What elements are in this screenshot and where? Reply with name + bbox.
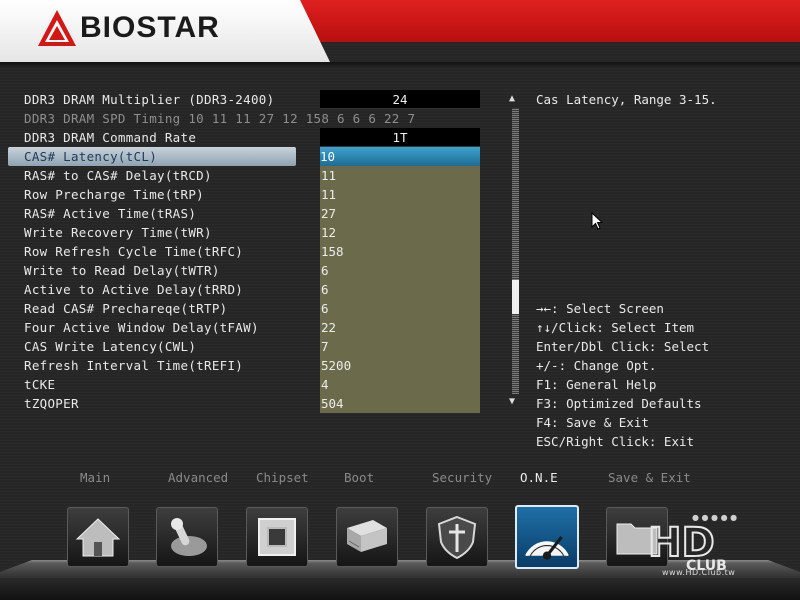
- key-hint: F1: General Help: [536, 377, 657, 392]
- item-help-text: Cas Latency, Range 3-15.: [536, 92, 717, 107]
- tab-security[interactable]: Security: [432, 470, 492, 485]
- home-icon: [75, 518, 121, 557]
- tab-advanced-tile[interactable]: [156, 507, 218, 567]
- menu-tabs: Main Advanced Chipset Boot Security O.N.…: [0, 470, 800, 490]
- setting-label: tCKE: [24, 377, 56, 392]
- setting-row[interactable]: Refresh Interval Time(tREFI) 5200: [0, 356, 500, 375]
- setting-label: Write to Read Delay(tWTR): [24, 263, 220, 278]
- setting-value[interactable]: 6: [320, 280, 480, 299]
- scrollbar-thumb[interactable]: [512, 280, 519, 314]
- watermark-site-text: www.HD.Club.tw: [662, 568, 736, 577]
- scrollbar-track[interactable]: [512, 108, 519, 394]
- setting-value[interactable]: 6: [320, 299, 480, 318]
- setting-label: Row Refresh Cycle Time(tRFC): [24, 244, 244, 259]
- drive-icon: [347, 520, 387, 552]
- setting-value[interactable]: 27: [320, 204, 480, 223]
- key-hint: →←: Select Screen: [536, 301, 664, 316]
- setting-value[interactable]: 158: [320, 242, 480, 261]
- tab-main-tile[interactable]: [67, 507, 129, 567]
- key-hint: ESC/Right Click: Exit: [536, 434, 695, 449]
- tab-advanced[interactable]: Advanced: [168, 470, 228, 485]
- tab-one[interactable]: O.N.E: [520, 470, 558, 485]
- chip-icon: [258, 518, 296, 556]
- mouse-cursor-icon: [591, 212, 603, 230]
- setting-label: RAS# Active Time(tRAS): [24, 206, 197, 221]
- setting-row: DDR3 DRAM SPD Timing 10 11 11 27 12 158 …: [0, 109, 500, 128]
- setting-row-selected[interactable]: CAS# Latency(tCL) 10: [0, 147, 500, 166]
- setting-label: DDR3 DRAM Multiplier (DDR3-2400): [24, 92, 275, 107]
- tab-security-tile[interactable]: [426, 507, 488, 567]
- setting-row[interactable]: RAS# to CAS# Delay(tRCD) 11: [0, 166, 500, 185]
- tab-chipset-tile[interactable]: [246, 507, 308, 567]
- setting-row[interactable]: RAS# Active Time(tRAS) 27: [0, 204, 500, 223]
- setting-value[interactable]: 24: [320, 90, 480, 109]
- setting-label: tZQOPER: [24, 396, 79, 411]
- setting-value[interactable]: 11: [320, 185, 480, 204]
- setting-row[interactable]: tZQOPER 504: [0, 394, 500, 413]
- setting-row[interactable]: DDR3 DRAM Multiplier (DDR3-2400) 24: [0, 90, 500, 109]
- setting-label: Write Recovery Time(tWR): [24, 225, 212, 240]
- setting-label: CAS# Latency(tCL): [24, 149, 158, 164]
- tab-main[interactable]: Main: [80, 470, 110, 485]
- setting-value[interactable]: 22: [320, 318, 480, 337]
- setting-value[interactable]: 4: [320, 375, 480, 394]
- scroll-down-arrow-icon[interactable]: ▼: [509, 396, 515, 407]
- key-hint: F3: Optimized Defaults: [536, 396, 702, 411]
- key-legend: →←: Select Screen ↑↓/Click: Select Item …: [536, 299, 709, 451]
- setting-value[interactable]: 12: [320, 223, 480, 242]
- tab-boot[interactable]: Boot: [344, 470, 374, 485]
- key-hint: Enter/Dbl Click: Select: [536, 339, 710, 354]
- tab-save-exit[interactable]: Save & Exit: [608, 470, 691, 485]
- setting-row[interactable]: DDR3 DRAM Command Rate 1T: [0, 128, 500, 147]
- tab-boot-tile[interactable]: [336, 507, 398, 567]
- brand-logo-text: BIOSTAR: [80, 11, 220, 44]
- scroll-up-arrow-icon[interactable]: ▲: [509, 93, 515, 104]
- setting-row[interactable]: Write Recovery Time(tWR) 12: [0, 223, 500, 242]
- speedometer-icon: [525, 535, 569, 560]
- setting-label: DDR3 DRAM Command Rate: [24, 130, 197, 145]
- setting-value[interactable]: 11: [320, 166, 480, 185]
- setting-value[interactable]: 10: [320, 147, 480, 166]
- shield-icon: [437, 515, 477, 560]
- setting-row[interactable]: Read CAS# Prechareqe(tRTP) 6: [0, 299, 500, 318]
- setting-row[interactable]: CAS Write Latency(CWL) 7: [0, 337, 500, 356]
- key-hint: F4: Save & Exit: [536, 415, 649, 430]
- setting-label: RAS# to CAS# Delay(tRCD): [24, 168, 212, 183]
- tab-chipset[interactable]: Chipset: [256, 470, 309, 485]
- setting-value[interactable]: 6: [320, 261, 480, 280]
- setting-label: Row Precharge Time(tRP): [24, 187, 204, 202]
- setting-label: CAS Write Latency(CWL): [24, 339, 197, 354]
- setting-row[interactable]: Row Precharge Time(tRP) 11: [0, 185, 500, 204]
- setting-label: DDR3 DRAM SPD Timing 10 11 11 27 12 158 …: [24, 111, 416, 126]
- setting-label: Active to Active Delay(tRRD): [24, 282, 244, 297]
- setting-label: Refresh Interval Time(tREFI): [24, 358, 244, 373]
- setting-value[interactable]: 504: [320, 394, 480, 413]
- setting-row[interactable]: Write to Read Delay(tWTR) 6: [0, 261, 500, 280]
- header: BIOSTAR: [0, 0, 800, 68]
- joystick-icon: [171, 518, 207, 556]
- setting-row[interactable]: tCKE 4: [0, 375, 500, 394]
- tab-one-tile[interactable]: [515, 505, 579, 569]
- biostar-logo-icon: [38, 10, 76, 46]
- setting-row[interactable]: Active to Active Delay(tRRD) 6: [0, 280, 500, 299]
- setting-label: Read CAS# Prechareqe(tRTP): [24, 301, 228, 316]
- setting-value[interactable]: 1T: [320, 128, 480, 147]
- setting-value[interactable]: 5200: [320, 356, 480, 375]
- key-hint: ↑↓/Click: Select Item: [536, 320, 695, 335]
- setting-row[interactable]: Row Refresh Cycle Time(tRFC) 158: [0, 242, 500, 261]
- key-hint: +/-: Change Opt.: [536, 358, 657, 373]
- setting-label: Four Active Window Delay(tFAW): [24, 320, 259, 335]
- setting-value[interactable]: 7: [320, 337, 480, 356]
- setting-row[interactable]: Four Active Window Delay(tFAW) 22: [0, 318, 500, 337]
